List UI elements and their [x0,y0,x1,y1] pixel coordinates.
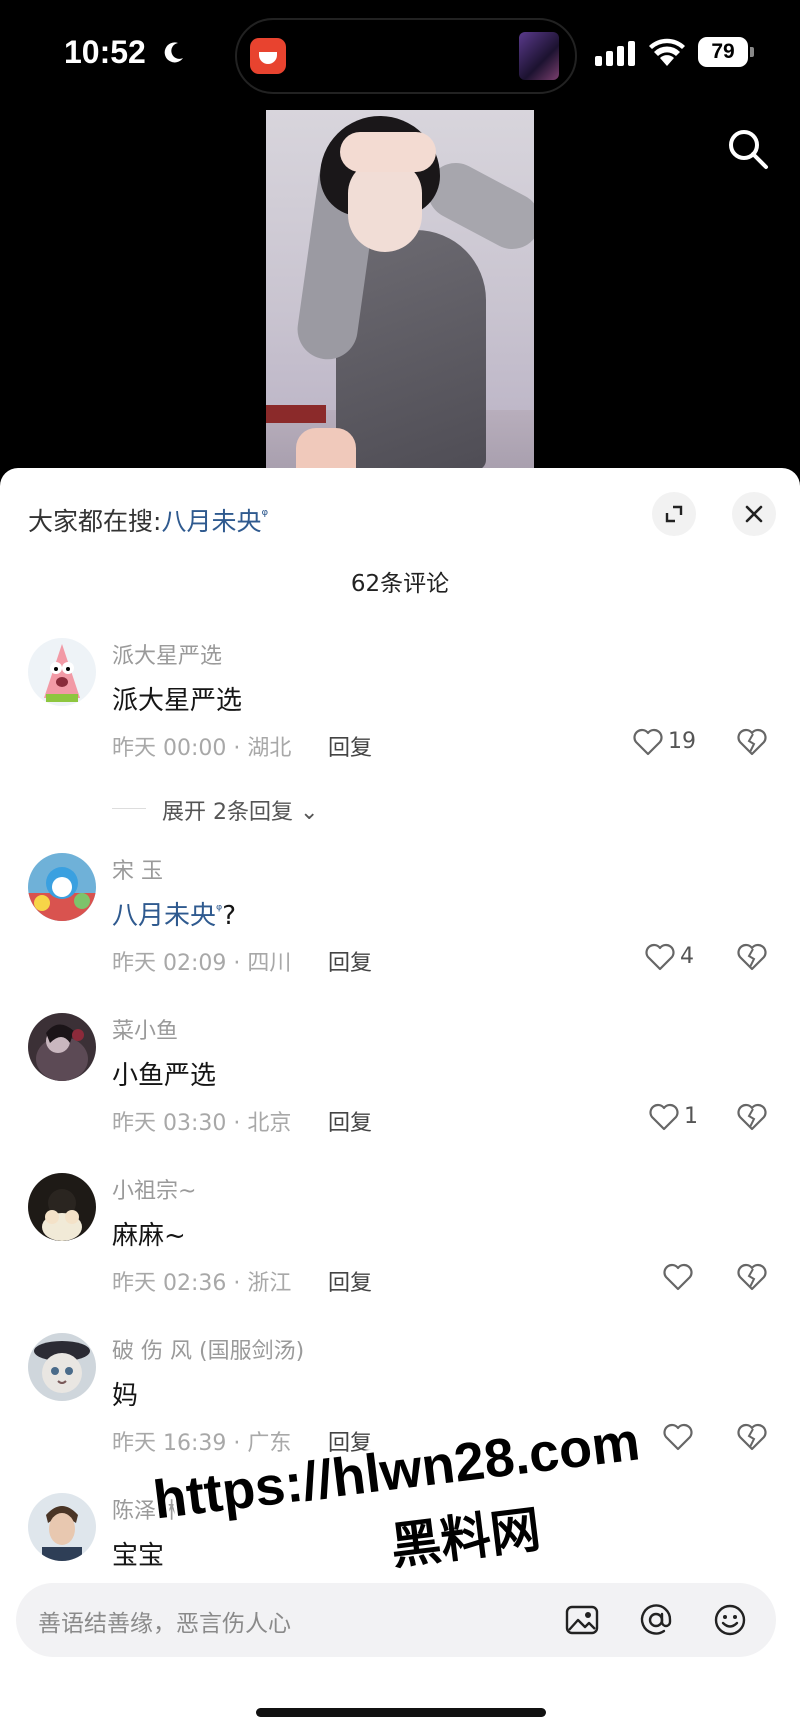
status-bar: 10:52 79 [0,0,800,110]
home-indicator[interactable] [256,1708,546,1717]
comment-item: 菜小鱼 小鱼严选 昨天 03:30 · 北京 回复 1 [0,1013,800,1163]
comment-item: 小祖宗~ 麻麻~ 昨天 02:36 · 浙江 回复 [0,1173,800,1323]
heart-icon [649,1103,679,1131]
search-icon[interactable] [725,126,771,172]
avatar[interactable] [28,853,96,921]
comment-item: 派大星严选 派大星严选 昨天 00:00 · 湖北 回复 19 [0,638,800,788]
battery-level: 79 [698,37,748,67]
expand-button[interactable] [652,492,696,536]
video-preview[interactable] [266,110,534,470]
expand-icon [665,505,683,523]
avatar[interactable] [28,638,96,706]
comment-meta: 昨天 00:00 · 湖北 [112,736,292,761]
reply-button[interactable]: 回复 [328,1105,372,1137]
heart-icon [645,943,675,971]
comment-text: 麻麻~ [112,1221,186,1251]
username[interactable]: 宋 玉 [112,853,163,885]
emoji-icon[interactable] [712,1602,748,1638]
comment-meta: 昨天 03:30 · 北京 [112,1111,292,1136]
comment-meta: 昨天 16:39 · 广东 [112,1431,292,1456]
heart-icon [633,728,663,756]
comment-text: 派大星严选 [112,686,243,716]
comment-text-suffix: ? [222,901,237,931]
trending-prefix: 大家都在搜: [28,507,162,536]
expand-replies-label[interactable]: 展开 2条回复 ⌄ [162,794,318,826]
broken-heart-icon[interactable] [736,1261,768,1293]
like-count: 1 [684,1104,698,1129]
moon-icon [164,42,183,63]
search-mark-icon: ᵠ [261,505,269,525]
comment-meta: 昨天 02:09 · 四川 [112,951,292,976]
broken-heart-icon[interactable] [736,941,768,973]
watermark-site-name: 黑料网 [387,1500,544,1576]
username[interactable]: 菜小鱼 [112,1013,178,1045]
expand-replies[interactable]: 展开 2条回复 ⌄ [0,790,800,830]
app-logo-icon [250,38,286,74]
avatar[interactable] [28,1173,96,1241]
broken-heart-icon[interactable] [736,726,768,758]
trending-keyword[interactable]: 八月未央 [161,507,261,536]
comment-count: 62条评论 [350,571,450,597]
comment-input-bar[interactable]: 善语结善缘，恶言伤人心 [16,1583,776,1657]
heart-icon [663,1263,693,1291]
avatar[interactable] [28,1493,96,1561]
comment-input[interactable]: 善语结善缘，恶言伤人心 [38,1604,291,1638]
battery-icon: 79 [698,37,754,67]
media-thumbnail [519,32,559,80]
comment-text: 八月未央ᵠ? [112,895,236,932]
username[interactable]: 派大星严选 [112,638,222,670]
comment-text: 小鱼严选 [112,1061,217,1091]
reply-button[interactable]: 回复 [328,730,372,762]
trending-search[interactable]: 大家都在搜:八月未央ᵠ [28,502,268,538]
image-icon[interactable] [564,1602,600,1638]
wifi-icon [649,38,685,66]
at-icon[interactable] [638,1602,674,1638]
like-count: 19 [668,729,696,754]
close-icon [745,505,763,523]
reply-button[interactable]: 回复 [328,945,372,977]
like-count: 4 [680,944,694,969]
comment-text: 宝宝 [112,1541,165,1571]
avatar[interactable] [28,1013,96,1081]
comment-text: 妈 [112,1381,139,1411]
comment-item: 宋 玉 八月未央ᵠ? 昨天 02:09 · 四川 回复 4 [0,853,800,1003]
username[interactable]: 小祖宗~ [112,1173,196,1205]
comment-keyword-link[interactable]: 八月未央 [112,901,216,931]
clock: 10:52 [64,34,146,70]
avatar[interactable] [28,1333,96,1401]
close-button[interactable] [732,492,776,536]
dynamic-island [235,18,577,94]
comment-meta: 昨天 02:36 · 浙江 [112,1271,292,1296]
signal-icon [595,38,639,66]
reply-button[interactable]: 回复 [328,1265,372,1297]
broken-heart-icon[interactable] [736,1101,768,1133]
username[interactable]: 破 伤 风 (国服剑汤) [112,1333,304,1365]
